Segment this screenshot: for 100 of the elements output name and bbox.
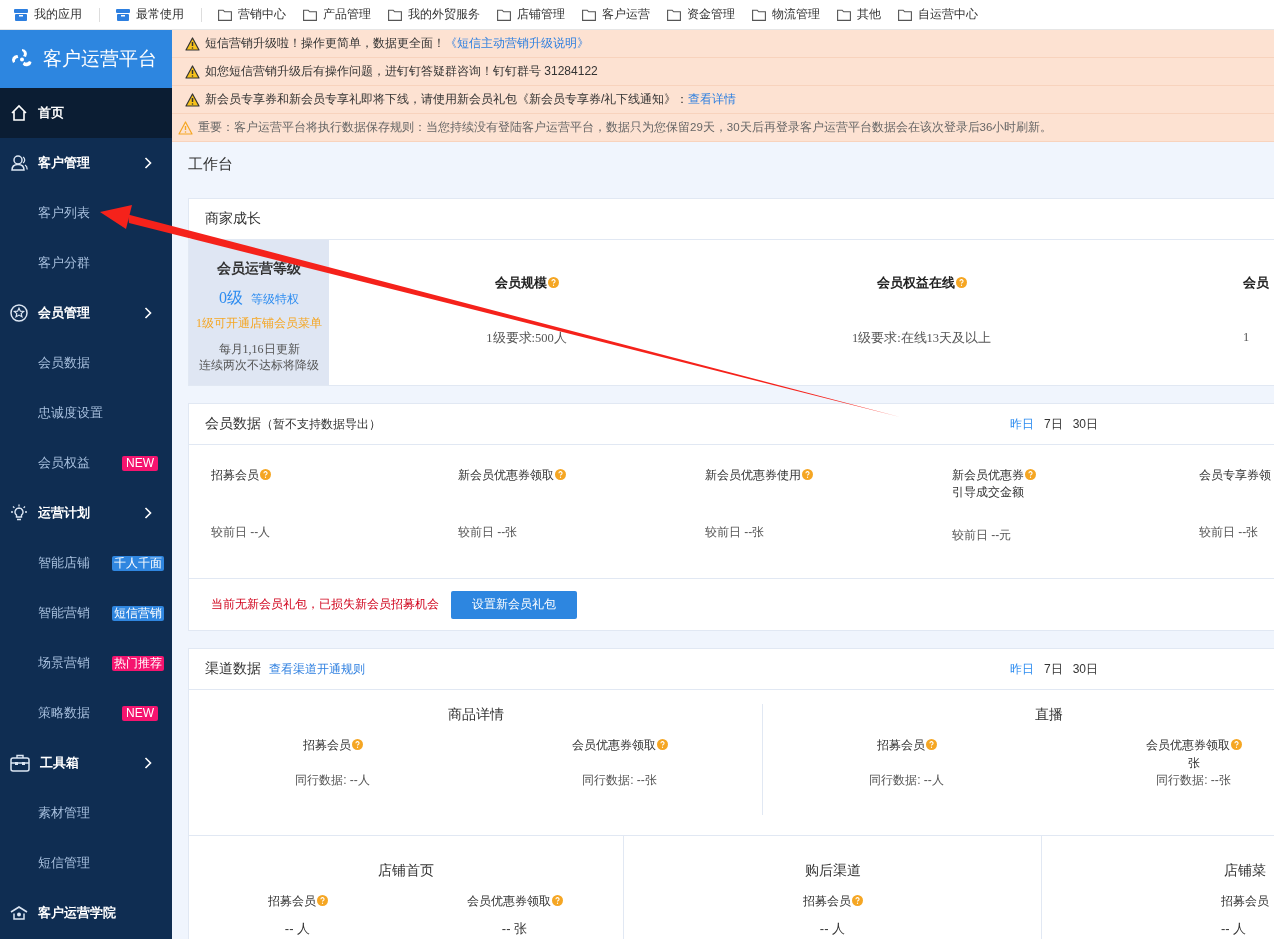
sidebar-item[interactable]: 智能营销 短信营销 (0, 588, 172, 638)
sidebar-item[interactable]: 客户管理 (0, 138, 172, 188)
folder-icon (898, 8, 912, 21)
peer-data: 同行数据: --人 (868, 772, 945, 789)
folder-icon (837, 8, 851, 21)
metric-label: 新会员优惠券领取 (458, 468, 554, 482)
help-icon (925, 739, 937, 750)
folder-icon (582, 8, 596, 21)
channel-name: 店铺首页 (377, 862, 435, 880)
nav-link[interactable]: 物流管理 (772, 6, 820, 23)
help-icon (656, 739, 668, 750)
notice-text: 如您短信营销升级后有操作问题，进钉钉答疑群咨询！钉钉群号 31284122 (205, 63, 598, 80)
metric-label: 会员专享券领 (1199, 468, 1271, 482)
chevron-icon (144, 507, 152, 519)
help-icon (1230, 739, 1242, 750)
metric-label: 招募会员 (876, 738, 925, 752)
sidebar-item[interactable]: 忠诚度设置 (0, 388, 172, 438)
folder-icon (218, 8, 232, 21)
metric-requirement: 1级要求:在线13天及以上 (850, 330, 993, 347)
badge: 热门推荐 (112, 655, 164, 671)
folder-icon (497, 8, 511, 21)
sidebar-item[interactable]: 工具箱 (0, 738, 172, 788)
metric-value: -- 张 (500, 920, 529, 938)
warning-icon (185, 92, 200, 107)
sidebar-item[interactable]: 会员权益 NEW (0, 438, 172, 488)
sidebar-item[interactable]: 策略数据 NEW (0, 688, 172, 738)
metric-value: -- 人 (1221, 920, 1248, 938)
metric-label: 会员 (1243, 274, 1269, 292)
lightbulb-icon (10, 504, 28, 522)
range-tab[interactable]: 30日 (1072, 660, 1098, 678)
set-gift-button[interactable]: 设置新会员礼包 (451, 590, 577, 619)
nav-link[interactable]: 自运营中心 (918, 6, 978, 23)
range-tab[interactable]: 30日 (1072, 415, 1098, 433)
rules-link[interactable]: 查看渠道开通规则 (269, 660, 365, 678)
home-icon (10, 104, 28, 122)
card-title: 渠道数据 (205, 660, 261, 678)
channel-name: 直播 (1034, 706, 1064, 724)
metric-compare: 较前日 --人 (211, 524, 272, 541)
metric-label: 招募会员 (302, 738, 351, 752)
range-tab[interactable]: 7日 (1043, 415, 1063, 433)
metric-label: 会员优惠券领取 (571, 738, 656, 752)
notice-text: 重要：客户运营平台将执行数据保存规则：当您持续没有登陆客户运营平台，数据只为您保留29天，30天后再登录客户运营平台数据会在该次登录后36小时刷新。 (198, 120, 1053, 135)
sidebar-item[interactable]: 会员数据 (0, 338, 172, 388)
peer-data: 同行数据: --张 (581, 772, 658, 789)
chevron-icon (144, 757, 152, 769)
metric-label: 会员优惠券领取 (466, 894, 551, 908)
card-title: 会员数据 (205, 415, 261, 433)
nav-link[interactable]: 客户运营 (602, 6, 650, 23)
level-note: 每月1,16日更新 (217, 341, 301, 357)
notice-text: 短信营销升级啦！操作更简单，数据更全面！ (205, 35, 445, 52)
nav-link[interactable]: 资金管理 (687, 6, 735, 23)
sidebar-item[interactable]: 素材管理 (0, 788, 172, 838)
metric-label: 招募会员 (1221, 894, 1269, 908)
nav-link[interactable]: 店铺管理 (517, 6, 565, 23)
metric-compare: 较前日 --张 (1199, 524, 1260, 541)
range-tab[interactable]: 昨日 (1009, 660, 1034, 678)
nav-link[interactable]: 我的外贸服务 (408, 6, 480, 23)
warning-icon (185, 36, 200, 51)
range-tab[interactable]: 昨日 (1009, 415, 1034, 433)
range-tab[interactable]: 7日 (1043, 660, 1063, 678)
folder-icon (303, 8, 317, 21)
toolbox-icon (10, 754, 30, 772)
nav-link[interactable]: 最常使用 (136, 6, 184, 23)
badge: NEW (122, 705, 158, 721)
sidebar-item[interactable]: 短信管理 (0, 838, 172, 888)
nav-link[interactable]: 我的应用 (34, 6, 82, 23)
sidebar-item[interactable]: 首页 (0, 88, 172, 138)
peer-data: 同行数据: --人 (294, 772, 371, 789)
folder-icon (667, 8, 681, 21)
metric-label: 招募会员 (267, 894, 316, 908)
sidebar-item[interactable]: 场景营销 热门推荐 (0, 638, 172, 688)
level-hint: 1级可开通店铺会员菜单 (195, 315, 323, 332)
notice-text: 新会员专享券和新会员专享礼即将下线，请使用新会员礼包《新会员专享券/礼下线通知》： (205, 91, 689, 108)
metric-label: 会员优惠券领取 (1145, 738, 1230, 752)
sidebar-item[interactable]: 客户运营学院 (0, 888, 172, 938)
sidebar-item[interactable]: 会员管理 (0, 288, 172, 338)
metric-label: 新会员优惠券 (952, 468, 1024, 482)
metric-value: 张 (1186, 755, 1201, 772)
badge: 短信营销 (112, 605, 164, 621)
nav-link[interactable]: 其他 (857, 6, 881, 23)
metric-label: 会员规模 (494, 274, 547, 292)
metric-requirement: 1级要求:500人 (485, 330, 568, 347)
metric-compare: 较前日 --张 (458, 524, 519, 541)
help-icon (351, 739, 363, 750)
app-title: 客户运营平台 (43, 47, 157, 71)
metric-label: 招募会员 (211, 468, 259, 482)
sidebar-item[interactable]: 运营计划 (0, 488, 172, 538)
channel-name: 商品详情 (446, 706, 505, 724)
card-note: （暂不支持数据导出） (261, 415, 381, 433)
nav-link[interactable]: 营销中心 (238, 6, 286, 23)
warning-icon (178, 120, 193, 135)
alert-text: 当前无新会员礼包，已损失新会员招募机会 (211, 596, 439, 613)
channel-name: 购后渠道 (803, 862, 862, 880)
user-icon (10, 154, 28, 172)
folder-icon (388, 8, 402, 21)
sidebar-item[interactable]: 智能店铺 千人千面 (0, 538, 172, 588)
page-title: 工作台 (187, 154, 234, 174)
nav-link[interactable]: 产品管理 (323, 6, 371, 23)
sidebar-item[interactable]: 客户列表 (0, 188, 172, 238)
sidebar-item[interactable]: 客户分群 (0, 238, 172, 288)
